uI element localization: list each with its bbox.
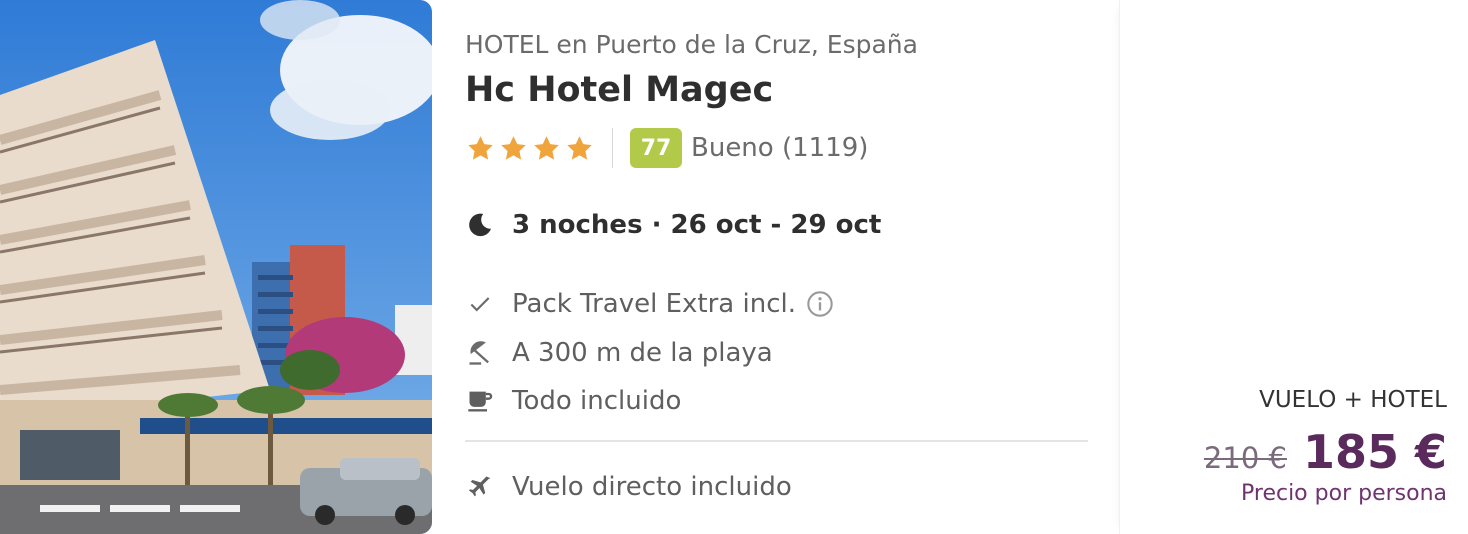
hotel-photo-image xyxy=(0,0,432,534)
feature-label: Vuelo directo incluido xyxy=(512,472,792,502)
rating-row: 77 Bueno (1119) xyxy=(465,128,868,168)
review-summary[interactable]: Bueno (1119) xyxy=(691,133,868,163)
feature-label: A 300 m de la playa xyxy=(512,338,773,368)
star-rating xyxy=(465,133,595,164)
hotel-name[interactable]: Hc Hotel Magec xyxy=(465,70,773,110)
price-panel[interactable]: VUELO + HOTEL 210 € 185 € Precio por per… xyxy=(1119,0,1468,534)
info-icon[interactable] xyxy=(806,290,834,318)
current-price[interactable]: 185 € xyxy=(1303,425,1447,479)
star-icon xyxy=(501,135,526,160)
feature-direct-flight: Vuelo directo incluido xyxy=(465,469,792,505)
star-icon xyxy=(534,135,559,160)
price-row: 210 € 185 € xyxy=(1204,425,1447,479)
coffee-cup-icon xyxy=(465,386,495,416)
section-divider xyxy=(465,440,1088,442)
stay-summary: 3 noches · 26 oct - 29 oct xyxy=(512,210,882,240)
feature-all-inclusive: Todo incluido xyxy=(465,383,681,419)
hotel-location: HOTEL en Puerto de la Cruz, España xyxy=(465,30,918,59)
feature-label: Pack Travel Extra incl. xyxy=(512,289,796,319)
feature-beach-distance: A 300 m de la playa xyxy=(465,335,773,371)
moon-icon xyxy=(469,213,491,237)
hotel-photo[interactable] xyxy=(0,0,432,534)
rating-divider xyxy=(612,128,613,168)
star-icon xyxy=(567,135,592,160)
price-per-person-note: Precio por persona xyxy=(1241,481,1447,506)
hotel-info: HOTEL en Puerto de la Cruz, España Hc Ho… xyxy=(465,0,1090,534)
beach-umbrella-icon xyxy=(465,338,495,368)
feature-label: Todo incluido xyxy=(512,386,682,416)
check-icon xyxy=(465,289,495,319)
feature-pack-travel: Pack Travel Extra incl. xyxy=(465,286,834,322)
airplane-icon xyxy=(465,472,495,502)
stay-dates: 3 noches · 26 oct - 29 oct xyxy=(465,206,881,244)
hotel-result-card[interactable]: HOTEL en Puerto de la Cruz, España Hc Ho… xyxy=(0,0,1468,534)
original-price: 210 € xyxy=(1203,441,1287,475)
score-badge: 77 xyxy=(630,128,682,168)
star-icon xyxy=(468,135,493,160)
package-type: VUELO + HOTEL xyxy=(1259,387,1447,413)
